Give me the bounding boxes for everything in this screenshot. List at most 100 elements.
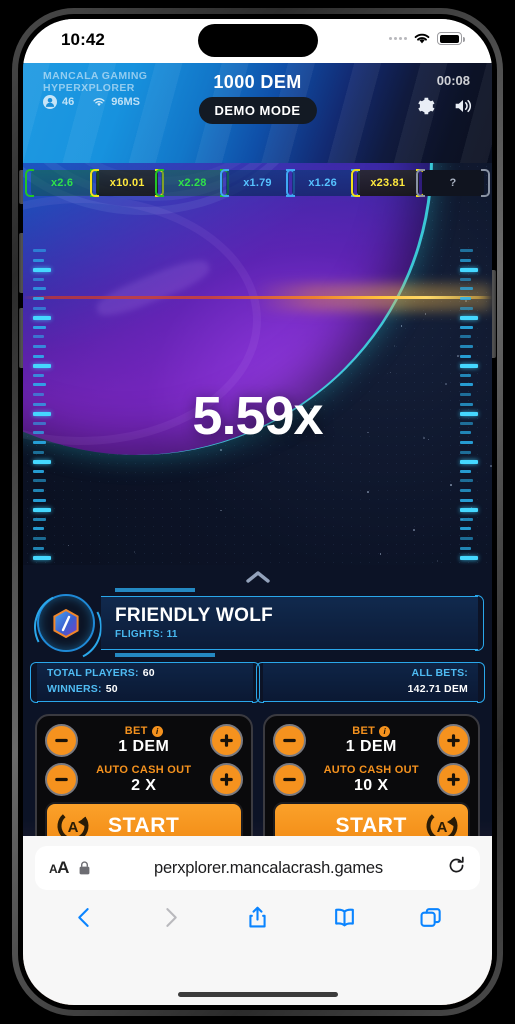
auto-cashout-row: AUTO CASH OUT 2 X — [45, 763, 243, 796]
bet-decrease-button[interactable] — [272, 724, 306, 757]
history-chip-label: x1.26 — [308, 177, 337, 189]
winners-value: 50 — [105, 683, 118, 695]
bet-amount-row: BET i 1 DEM — [45, 724, 243, 757]
phone-screen: 10:42 5.59x MANCALA GAMING HYPERXPLORER … — [23, 19, 492, 1005]
player-row: FRIENDLY WOLF FLIGHTS: 11 — [25, 584, 484, 670]
total-players-value: 60 — [142, 667, 155, 680]
url-bar[interactable]: AA perxplorer.mancalacrash.games — [35, 846, 480, 890]
history-chip-label: x10.01 — [109, 177, 145, 189]
wifi-icon — [93, 98, 105, 107]
history-chip-label: ? — [449, 177, 457, 189]
cashout-decrease-button[interactable] — [272, 763, 306, 796]
history-chip[interactable]: x1.79 — [220, 169, 295, 197]
text-size-button[interactable]: AA — [49, 858, 69, 878]
brand-line-1: MANCALA GAMING — [43, 70, 148, 82]
info-icon[interactable]: i — [151, 725, 163, 737]
round-clock: 00:08 — [436, 73, 470, 88]
history-chip[interactable]: x10.01 — [90, 169, 165, 197]
info-icon[interactable]: i — [379, 725, 391, 737]
minus-icon — [55, 738, 68, 743]
cashout-increase-button[interactable] — [209, 763, 243, 796]
phone-bezel: 10:42 5.59x MANCALA GAMING HYPERXPLORER … — [18, 14, 497, 1010]
speaker-icon[interactable] — [452, 95, 474, 117]
home-indicator — [177, 992, 338, 997]
book-icon — [334, 908, 354, 926]
multiplier-history: x2.6 x10.01 x2.28 x1.79 x1.26 x23.81? — [23, 163, 492, 203]
winners-label: WINNERS: — [47, 683, 102, 695]
ping-value: 96MS — [111, 96, 140, 108]
person-icon — [43, 95, 57, 109]
share-icon — [249, 906, 266, 927]
share-button[interactable] — [242, 902, 272, 932]
players-online-value: 46 — [62, 96, 75, 108]
history-chip[interactable]: x23.81 — [350, 169, 425, 197]
history-chip-body: x2.28 — [155, 169, 230, 197]
history-chip-body: x1.26 — [285, 169, 360, 197]
cashout-increase-button[interactable] — [437, 763, 470, 796]
horizon-beam — [23, 296, 492, 299]
bet-amount-display: BET i 1 DEM — [78, 725, 210, 756]
safari-chrome: AA perxplorer.mancalacrash.games — [23, 836, 492, 1005]
tabs-button[interactable] — [416, 902, 446, 932]
plus-icon — [219, 734, 233, 747]
start-label: START — [108, 814, 180, 837]
ping-indicator: 96MS — [92, 95, 140, 109]
deco-line-top — [115, 588, 195, 592]
all-bets-label: ALL BETS: — [411, 667, 468, 680]
gear-icon[interactable] — [414, 95, 436, 117]
back-button[interactable] — [69, 902, 99, 932]
bet-increase-button[interactable] — [209, 724, 243, 757]
bet-decrease-button[interactable] — [45, 724, 78, 757]
player-flights: FLIGHTS: 11 — [115, 629, 478, 640]
players-online: 46 — [43, 95, 74, 109]
aa-small: A — [49, 862, 58, 876]
wifi-icon — [414, 33, 430, 44]
bet-value: 1 DEM — [118, 738, 170, 755]
game-meta: 46 96MS — [43, 95, 140, 109]
lock-icon — [79, 861, 90, 875]
avatar-ring — [25, 584, 111, 670]
history-chip[interactable]: ? — [415, 169, 491, 197]
all-bets-value: 142.71 DEM — [407, 683, 468, 695]
stat-box-players: TOTAL PLAYERS: 60 WINNERS: 50 — [30, 661, 259, 703]
url-text[interactable]: perxplorer.mancalacrash.games — [100, 859, 437, 878]
phone-frame: 10:42 5.59x MANCALA GAMING HYPERXPLORER … — [12, 8, 503, 1016]
start-label: START — [335, 814, 407, 837]
chevron-left-icon — [78, 907, 89, 927]
player-name: FRIENDLY WOLF — [115, 605, 274, 627]
minus-icon — [282, 777, 296, 782]
collapse-toggle[interactable] — [23, 565, 492, 590]
header-icon-group — [414, 95, 474, 117]
history-chip-body: x10.01 — [90, 169, 165, 197]
history-chip-body: ? — [415, 169, 491, 197]
bookmarks-button[interactable] — [329, 902, 359, 932]
history-chip-label: x2.6 — [50, 177, 74, 189]
history-chip-label: x1.79 — [243, 177, 272, 189]
bet-label: BET — [352, 725, 376, 737]
bet-label: BET — [124, 725, 148, 737]
brand-line-2: HYPERXPLORER — [43, 81, 135, 94]
status-time: 10:42 — [61, 30, 105, 49]
tabs-icon — [420, 907, 441, 927]
svg-text:A: A — [437, 819, 448, 836]
cashout-decrease-button[interactable] — [45, 763, 78, 796]
flights-label: FLIGHTS: — [115, 628, 164, 640]
history-chip[interactable]: x1.26 — [285, 169, 360, 197]
reload-icon — [449, 856, 464, 873]
winners-line: WINNERS: 50 — [47, 682, 243, 698]
bet-label-group: BET i — [306, 725, 438, 737]
bet-amount-display: BET i 1 DEM — [306, 725, 438, 756]
history-chip[interactable]: x2.6 — [24, 169, 100, 197]
game-brand: MANCALA GAMING HYPERXPLORER — [43, 70, 148, 95]
history-chip[interactable]: x2.28 — [155, 169, 230, 197]
forward-button[interactable] — [156, 902, 186, 932]
history-chip-body: x23.81 — [350, 169, 425, 197]
flights-value: 11 — [166, 628, 178, 640]
demo-mode-badge[interactable]: DEMO MODE — [198, 97, 317, 124]
auto-cashout-display: AUTO CASH OUT 10 X — [306, 764, 438, 795]
plus-icon — [447, 734, 460, 747]
cellular-signal-icon — [389, 37, 407, 40]
avatar[interactable] — [25, 584, 111, 670]
reload-button[interactable] — [447, 856, 466, 880]
bet-increase-button[interactable] — [437, 724, 470, 757]
